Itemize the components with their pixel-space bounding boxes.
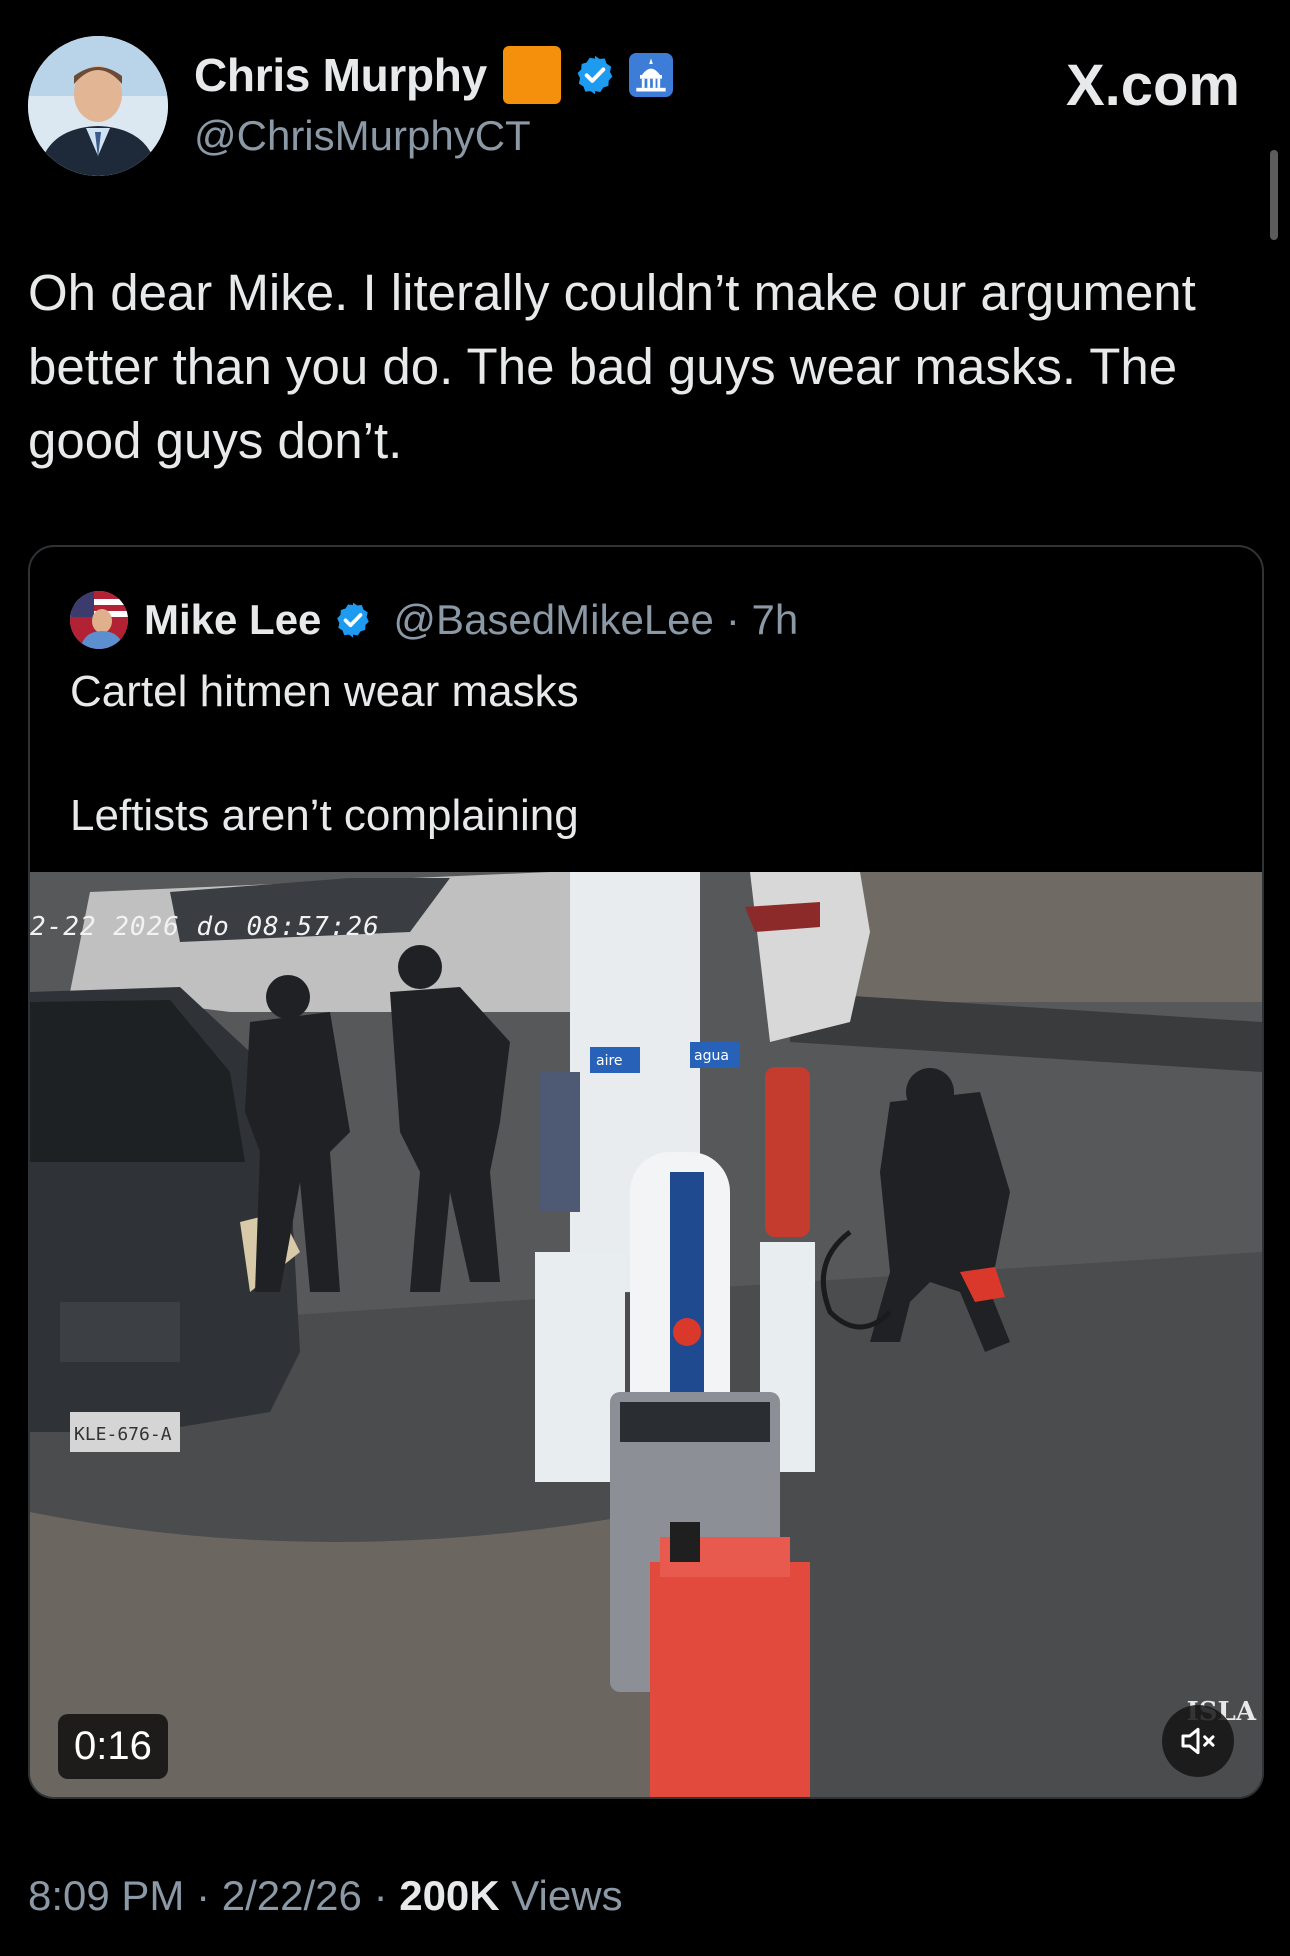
- quoted-avatar-image: [70, 591, 128, 649]
- quoted-tweet[interactable]: Mike Lee @BasedMikeLee · 7h Cartel hitme…: [28, 545, 1264, 1799]
- speaker-muted-icon: [1181, 1727, 1215, 1755]
- quoted-handle[interactable]: @BasedMikeLee: [393, 596, 713, 644]
- quoted-text-line-1: Cartel hitmen wear masks: [70, 667, 579, 716]
- video-player[interactable]: KLE-676-A aire agua 2-22 2026 do 08:57:2…: [30, 872, 1262, 1797]
- scrollbar[interactable]: [1270, 150, 1278, 240]
- author-avatar-image: [28, 36, 168, 176]
- author-handle[interactable]: @ChrisMurphyCT: [194, 112, 531, 160]
- tweet-meta: 8:09 PM · 2/22/26 · 200K Views: [28, 1872, 623, 1920]
- quoted-time[interactable]: · 7h: [726, 596, 798, 644]
- video-duration: 0:16: [58, 1714, 168, 1779]
- pump-label-agua: agua: [694, 1048, 729, 1064]
- author-name-row: Chris Murphy: [194, 46, 673, 104]
- license-plate-text: KLE-676-A: [74, 1424, 172, 1445]
- orange-square-icon: [502, 46, 561, 104]
- author-avatar[interactable]: [28, 36, 168, 176]
- brand-label: X.com: [1065, 53, 1240, 118]
- views-count: 200K: [399, 1872, 500, 1919]
- views-label: Views: [511, 1872, 623, 1919]
- tweet-text: Oh dear Mike. I literally couldn’t make …: [28, 264, 1196, 469]
- video-frame: KLE-676-A aire agua: [30, 872, 1262, 1797]
- mute-button[interactable]: [1162, 1705, 1234, 1777]
- tweet-date[interactable]: 2/22/26: [222, 1872, 362, 1919]
- quoted-tweet-header: Mike Lee @BasedMikeLee · 7h: [70, 591, 798, 649]
- pump-label-aire: aire: [596, 1053, 623, 1069]
- quoted-text-line-2: Leftists aren’t complaining: [70, 791, 579, 840]
- author-display-name[interactable]: Chris Murphy: [194, 48, 487, 102]
- camera-timestamp-overlay: 2-22 2026 do 08:57:26: [30, 912, 380, 942]
- quoted-display-name[interactable]: Mike Lee: [144, 596, 321, 644]
- meta-separator: ·: [196, 1872, 222, 1919]
- quoted-verified-badge-icon[interactable]: [333, 600, 373, 640]
- meta-separator: ·: [373, 1872, 400, 1919]
- verified-badge-icon[interactable]: [573, 53, 617, 97]
- government-capitol-icon: [628, 53, 673, 97]
- brand-watermark: X.com: [1066, 52, 1240, 119]
- quoted-author-avatar[interactable]: [70, 591, 128, 649]
- tweet-time[interactable]: 8:09 PM: [28, 1872, 184, 1919]
